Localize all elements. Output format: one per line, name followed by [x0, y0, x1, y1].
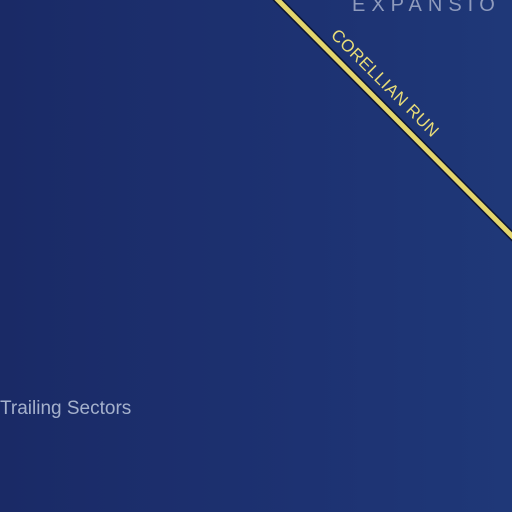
route-outline [272, 0, 512, 242]
route-label-text: CORELLIAN RUN [327, 25, 442, 141]
region-label-trailing-sectors: Trailing Sectors [0, 398, 132, 419]
route-layer: CORELLIAN RUN [272, 0, 512, 244]
galaxy-map[interactable]: CORELLIAN RUN EXPANSIO Trailing Sectors [0, 0, 512, 512]
hyperspace-route-corellian-run[interactable]: CORELLIAN RUN [272, 0, 512, 244]
route-label: CORELLIAN RUN [327, 25, 443, 141]
region-label-expansion: EXPANSIO [352, 0, 501, 16]
route-line [274, 0, 512, 240]
